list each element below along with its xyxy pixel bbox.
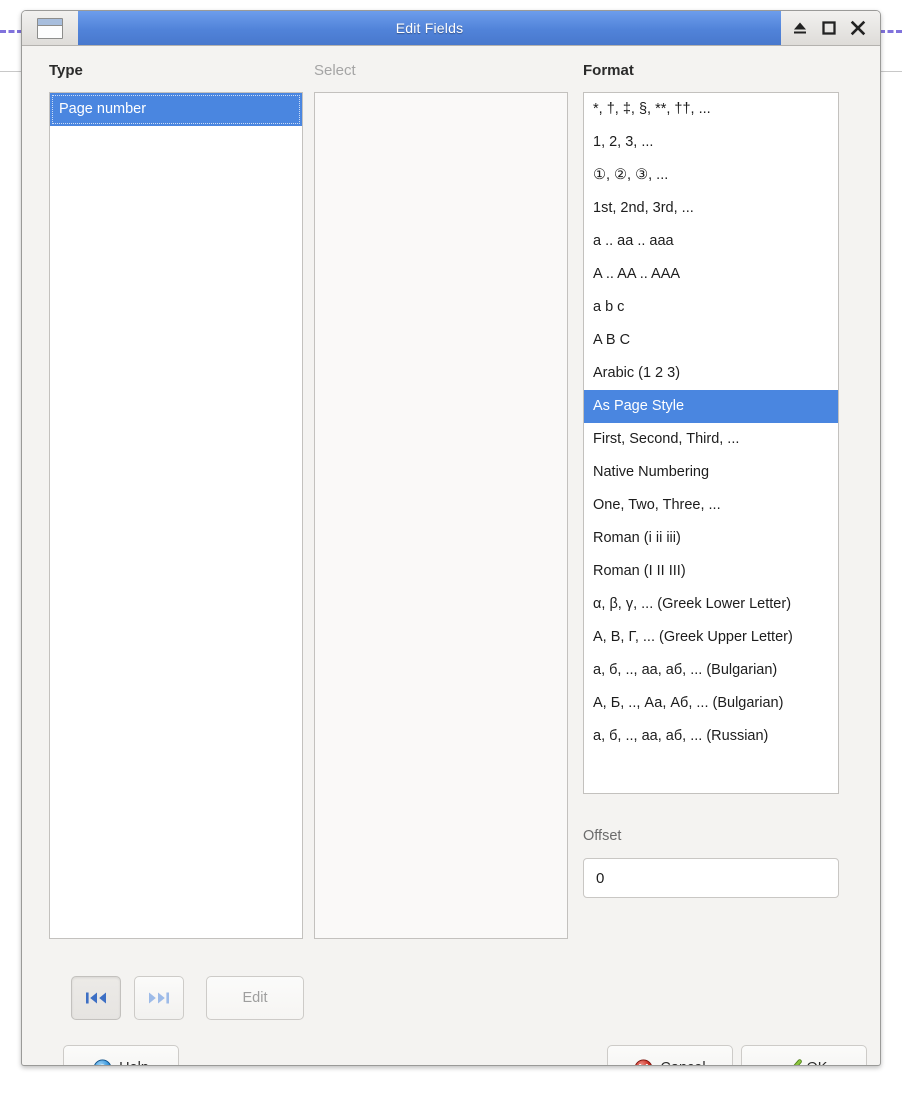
skip-to-next-icon: [148, 991, 170, 1005]
edit-button[interactable]: Edit: [206, 976, 304, 1020]
list-item[interactable]: A B C: [584, 324, 838, 357]
format-column-label: Format: [583, 62, 634, 79]
edit-button-label: Edit: [242, 990, 268, 1006]
list-item[interactable]: Roman (i ii iii): [584, 522, 838, 555]
list-item[interactable]: A .. AA .. AAA: [584, 258, 838, 291]
checkmark-icon: [781, 1058, 802, 1065]
help-icon: ?: [93, 1058, 112, 1066]
shade-icon[interactable]: [791, 19, 809, 37]
select-listbox[interactable]: [314, 92, 568, 939]
list-item[interactable]: 1st, 2nd, 3rd, ...: [584, 192, 838, 225]
list-item[interactable]: As Page Style: [584, 390, 838, 423]
list-item[interactable]: а, б, .., аа, аб, ... (Bulgarian): [584, 654, 838, 687]
window-controls: [781, 11, 880, 45]
list-item[interactable]: Native Numbering: [584, 456, 838, 489]
list-item[interactable]: a b c: [584, 291, 838, 324]
edit-fields-dialog: Edit Fields Type Page number Select Form…: [21, 10, 881, 1066]
list-item[interactable]: Arabic (1 2 3): [584, 357, 838, 390]
offset-input[interactable]: [583, 858, 839, 898]
maximize-icon[interactable]: [820, 19, 838, 37]
dialog-title: Edit Fields: [395, 20, 464, 36]
list-item[interactable]: А, Б, .., Аа, Аб, ... (Bulgarian): [584, 687, 838, 720]
select-column-label: Select: [314, 62, 356, 79]
list-item[interactable]: a .. aa .. aaa: [584, 225, 838, 258]
previous-field-button[interactable]: [71, 976, 121, 1020]
titlebar-drag-area[interactable]: Edit Fields: [78, 11, 781, 45]
help-button-label: Help: [119, 1060, 149, 1065]
offset-label: Offset: [583, 828, 622, 844]
list-item[interactable]: а, б, .., аа, аб, ... (Russian): [584, 720, 838, 753]
format-listbox[interactable]: *, †, ‡, §, **, ††, ... 1, 2, 3, ... ①, ②,…: [583, 92, 839, 794]
dialog-titlebar[interactable]: Edit Fields: [22, 11, 880, 46]
window-menu-glyph: [37, 17, 63, 39]
list-item[interactable]: 1, 2, 3, ...: [584, 126, 838, 159]
list-item[interactable]: *, †, ‡, §, **, ††, ...: [584, 93, 838, 126]
cancel-icon: [634, 1058, 653, 1065]
list-item[interactable]: α, β, γ, ... (Greek Lower Letter): [584, 588, 838, 621]
dialog-body: Type Page number Select Format *, †, ‡, …: [22, 46, 880, 1066]
skip-to-previous-icon: [85, 991, 107, 1005]
close-icon[interactable]: [849, 19, 867, 37]
ok-button[interactable]: OK: [741, 1045, 867, 1065]
next-field-button[interactable]: [134, 976, 184, 1020]
ok-button-label: OK: [807, 1060, 828, 1065]
svg-text:?: ?: [99, 1061, 106, 1066]
list-item[interactable]: Roman (I II III): [584, 555, 838, 588]
type-column-label: Type: [49, 62, 83, 79]
cancel-button[interactable]: Cancel: [607, 1045, 733, 1065]
type-listbox[interactable]: Page number: [49, 92, 303, 939]
window-menu-icon[interactable]: [22, 11, 78, 45]
list-item[interactable]: First, Second, Third, ...: [584, 423, 838, 456]
list-item[interactable]: One, Two, Three, ...: [584, 489, 838, 522]
list-item[interactable]: Α, Β, Γ, ... (Greek Upper Letter): [584, 621, 838, 654]
cancel-button-label: Cancel: [660, 1060, 705, 1065]
help-button[interactable]: ? Help: [63, 1045, 179, 1066]
list-item[interactable]: Page number: [50, 93, 302, 126]
list-item[interactable]: ①, ②, ③, ...: [584, 159, 838, 192]
